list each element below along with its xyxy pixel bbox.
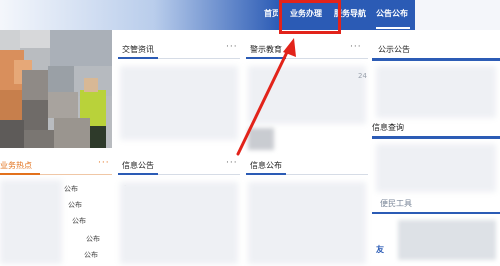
links-blurred [398,220,496,260]
business-hot-more-button[interactable]: ··· [98,158,110,168]
nav-right-blank [415,0,500,30]
convenience-tools-stripe [372,212,500,214]
section-title-convenience-tools[interactable]: 便民工具 [380,198,412,209]
section-title-info-publish[interactable]: 信息公布 [250,160,282,171]
warning-education-digits: 24 [358,72,367,80]
warning-education-accent [246,57,286,59]
warning-education-list-blurred [248,66,366,124]
info-publish-list-blurred [248,182,366,264]
business-hot-item-3[interactable]: 公布 [72,216,86,226]
traffic-news-more-button[interactable]: ··· [226,42,238,52]
warning-education-more-button[interactable]: ··· [350,42,362,52]
nav-banner-fade [0,0,280,30]
section-title-links[interactable]: 友 [376,244,384,255]
nav-active-underline [376,27,410,29]
section-title-info-notice[interactable]: 信息公告 [122,160,154,171]
public-notice-stripe [372,58,500,61]
highlight-box-business [279,0,341,34]
business-hot-list-blurred [0,180,62,264]
banner-photo [0,30,112,148]
info-query-blurred [376,144,496,192]
public-notice-list-blurred [376,66,496,118]
info-publish-accent [246,173,286,175]
info-notice-accent [118,173,158,175]
info-query-stripe [372,136,500,139]
info-notice-more-button[interactable]: ··· [226,158,238,168]
section-title-business-hot[interactable]: 业务热点 [0,160,32,171]
business-hot-accent [0,173,40,175]
business-hot-item-5[interactable]: 公布 [84,250,98,260]
traffic-news-list-blurred [120,66,238,140]
section-title-traffic-news[interactable]: 交管资讯 [122,44,154,55]
info-notice-list-blurred [120,182,238,264]
section-title-warning-education[interactable]: 警示教育 [250,44,282,55]
warning-education-thumbnail [248,128,274,150]
section-title-public-notice[interactable]: 公示公告 [378,44,410,55]
nav-item-home[interactable]: 首页 [264,8,278,19]
traffic-news-accent [118,57,158,59]
section-title-info-query[interactable]: 信息查询 [372,122,404,133]
business-hot-item-4[interactable]: 公布 [86,234,100,244]
nav-item-notice[interactable]: 公告公布 [376,8,408,19]
business-hot-item-2[interactable]: 公布 [68,200,82,210]
business-hot-item-1[interactable]: 公布 [64,184,78,194]
